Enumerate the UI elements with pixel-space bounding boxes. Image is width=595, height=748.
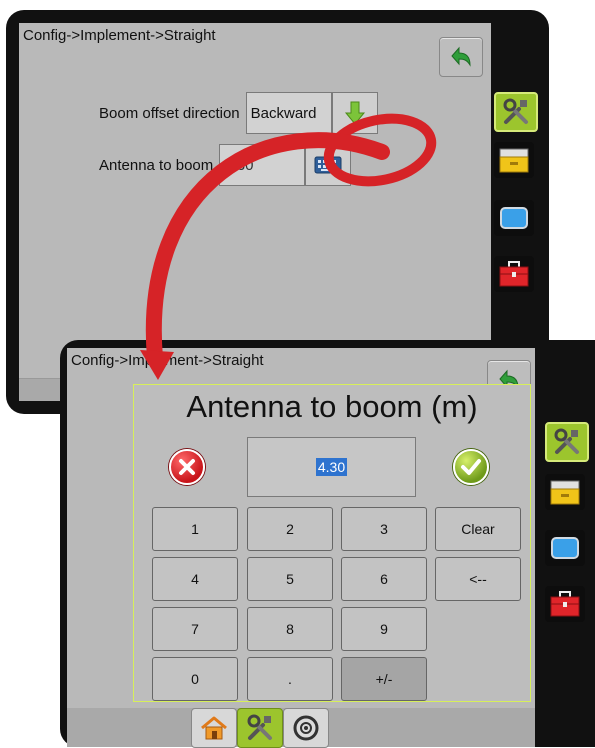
screen-icon <box>551 537 579 559</box>
back-button[interactable] <box>439 37 483 77</box>
gauge-tab[interactable] <box>283 708 329 748</box>
key-plus-minus[interactable]: +/- <box>341 657 427 701</box>
key-9[interactable]: 9 <box>341 607 427 651</box>
key-5[interactable]: 5 <box>247 557 333 601</box>
key-3[interactable]: 3 <box>341 507 427 551</box>
keyboard-button[interactable] <box>305 144 352 186</box>
key-decimal[interactable]: . <box>247 657 333 701</box>
key-1[interactable]: 1 <box>152 507 238 551</box>
home-tab[interactable] <box>191 708 237 748</box>
breadcrumb: Config->Implement->Straight <box>23 27 216 44</box>
screen-tab[interactable] <box>494 200 534 236</box>
tools-tab[interactable] <box>494 92 538 132</box>
toolbox-tab[interactable] <box>545 586 585 622</box>
key-0[interactable]: 0 <box>152 657 238 701</box>
key-clear[interactable]: Clear <box>435 507 521 551</box>
key-6[interactable]: 6 <box>341 557 427 601</box>
key-8[interactable]: 8 <box>247 607 333 651</box>
dialog-title: Antenna to boom (m) <box>186 389 478 424</box>
folder-tab[interactable] <box>545 474 585 510</box>
checkmark-icon <box>461 459 481 475</box>
value-display[interactable]: 4.30 <box>247 437 416 497</box>
screen-tab[interactable] <box>545 530 585 566</box>
antenna-label: Antenna to boom <box>99 156 214 174</box>
content-panel: Config->Implement->Straight Antenna to b… <box>67 348 535 708</box>
boom-offset-row: Boom offset direction Backward <box>99 92 378 134</box>
folder-icon <box>499 148 529 173</box>
down-arrow-icon <box>344 101 365 125</box>
key-backspace[interactable]: <-- <box>435 557 521 601</box>
value-text: 4.30 <box>315 458 348 476</box>
close-icon <box>179 459 195 475</box>
cancel-button[interactable] <box>169 449 205 485</box>
gauge-icon <box>293 715 319 741</box>
toolbox-icon <box>499 261 529 287</box>
boom-offset-label: Boom offset direction <box>99 104 240 122</box>
toolbox-icon <box>550 591 580 617</box>
boom-offset-value[interactable]: Backward <box>245 92 332 134</box>
confirm-button[interactable] <box>453 449 489 485</box>
keyboard-icon <box>314 156 342 174</box>
key-2[interactable]: 2 <box>247 507 333 551</box>
folder-tab[interactable] <box>494 142 534 178</box>
screen-icon <box>500 207 528 229</box>
keypad-dialog: Antenna to boom (m) 4.30 1 2 3 Clear 4 5… <box>133 384 531 702</box>
tools-icon <box>247 714 272 740</box>
tools-tab[interactable] <box>545 422 589 462</box>
tools-icon <box>503 98 528 124</box>
bottom-bar <box>67 708 535 748</box>
folder-icon <box>550 480 580 505</box>
tools-icon <box>554 428 579 454</box>
back-arrow-icon <box>451 46 471 67</box>
boom-offset-toggle-button[interactable] <box>331 92 378 134</box>
content-panel: Config->Implement->Straight Boom offset … <box>19 23 491 378</box>
toolbox-tab[interactable] <box>494 256 534 292</box>
home-icon <box>201 716 227 740</box>
tools-nav-tab[interactable] <box>237 708 283 748</box>
antenna-row: Antenna to boom 4.30 <box>99 144 352 186</box>
config-screen-front: Config->Implement->Straight Antenna to b… <box>60 340 595 748</box>
key-7[interactable]: 7 <box>152 607 238 651</box>
key-4[interactable]: 4 <box>152 557 238 601</box>
breadcrumb: Config->Implement->Straight <box>71 352 264 369</box>
antenna-value[interactable]: 4.30 <box>219 144 306 186</box>
